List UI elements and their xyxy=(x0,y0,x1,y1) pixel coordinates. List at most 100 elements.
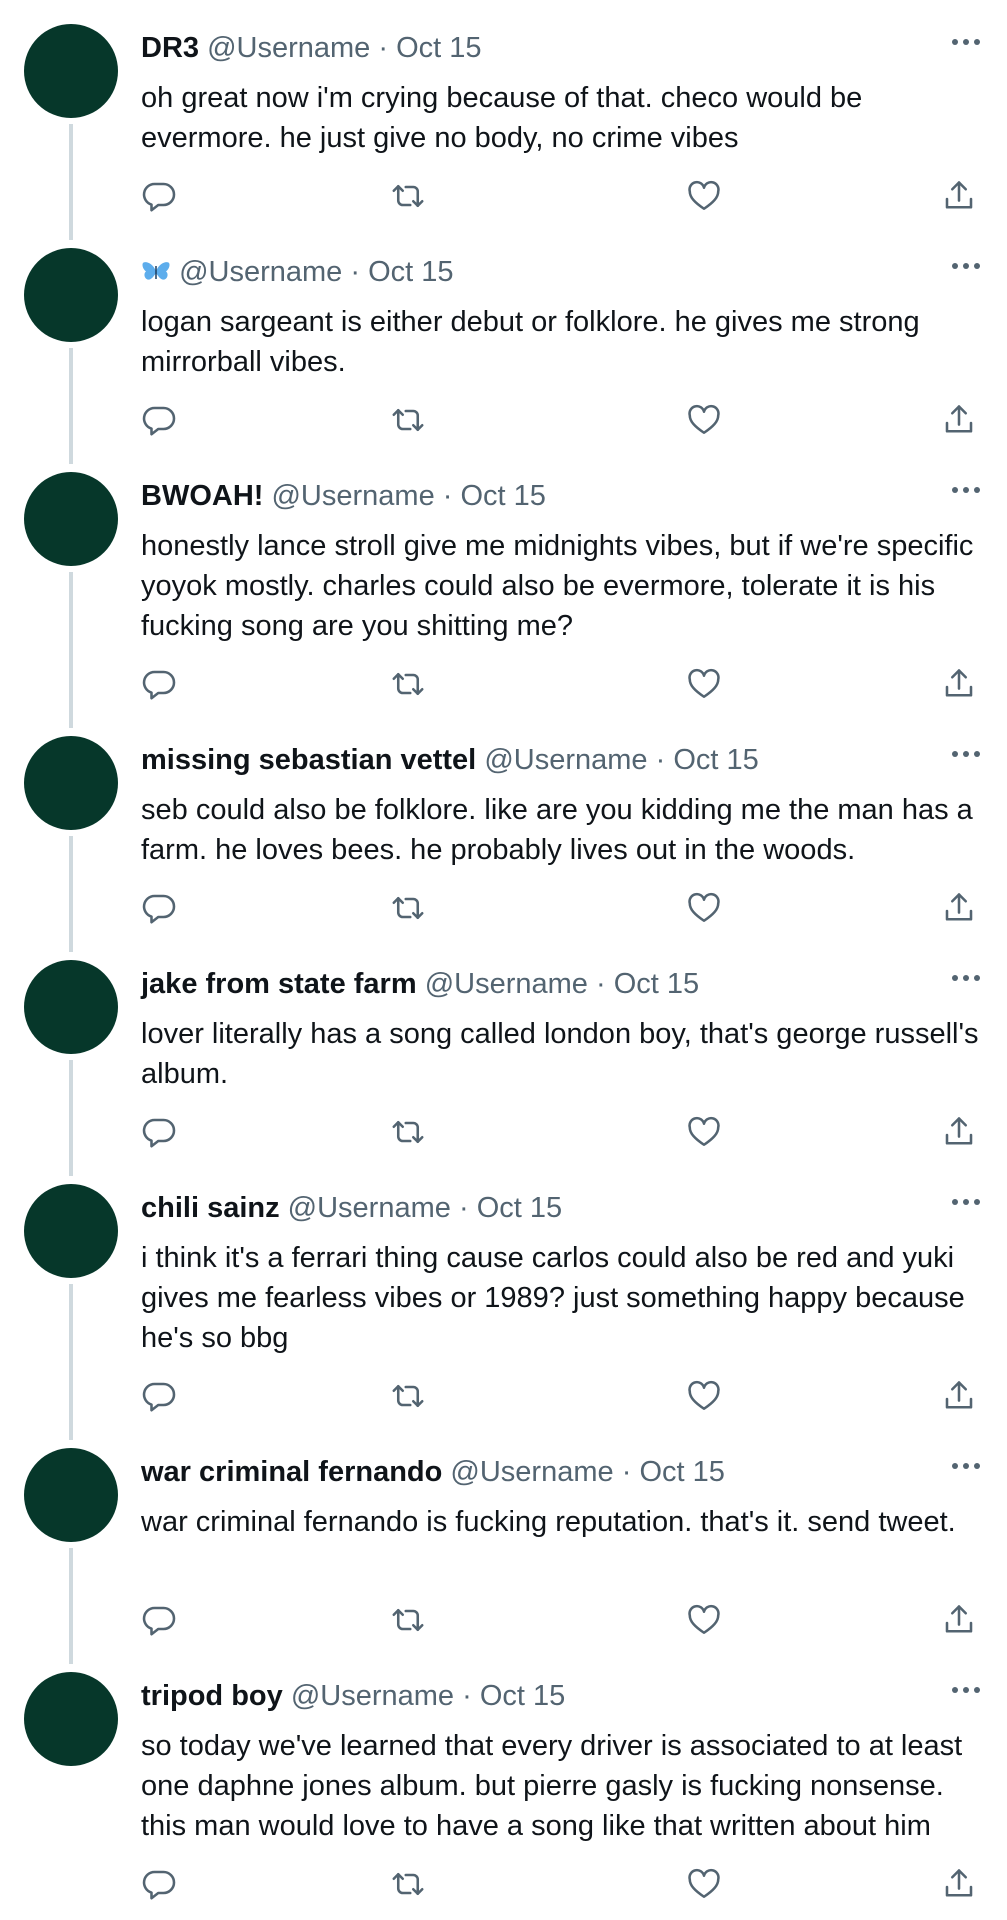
like-icon[interactable] xyxy=(686,1602,726,1642)
tweet-header: DR3 @Username · Oct 15 xyxy=(141,30,482,66)
share-icon[interactable] xyxy=(941,1114,981,1154)
like-icon[interactable] xyxy=(686,178,726,218)
timestamp[interactable]: Oct 15 xyxy=(396,32,481,64)
thread-line xyxy=(69,1548,73,1664)
username[interactable]: @Username xyxy=(288,1192,451,1224)
display-name[interactable]: BWOAH! xyxy=(141,480,263,512)
like-icon[interactable] xyxy=(686,402,726,442)
retweet-icon[interactable] xyxy=(390,178,430,218)
like-icon[interactable] xyxy=(686,890,726,930)
more-options-icon[interactable] xyxy=(950,1680,982,1700)
tweet-actions xyxy=(141,178,987,218)
like-icon[interactable] xyxy=(686,666,726,706)
timestamp[interactable]: Oct 15 xyxy=(614,968,699,1000)
thread-line xyxy=(69,836,73,952)
reply-icon[interactable] xyxy=(141,890,181,930)
username[interactable]: @Username xyxy=(207,32,370,64)
avatar[interactable] xyxy=(24,472,118,566)
tweet-text: war criminal fernando is fucking reputat… xyxy=(141,1506,956,1538)
reply-icon[interactable] xyxy=(141,1602,181,1642)
thread-line xyxy=(69,572,73,728)
display-name[interactable]: tripod boy xyxy=(141,1680,283,1712)
reply-icon[interactable] xyxy=(141,666,181,706)
like-icon[interactable] xyxy=(686,1114,726,1154)
tweet[interactable]: war criminal fernando @Username · Oct 15… xyxy=(0,1424,1007,1664)
tweet-actions xyxy=(141,1866,987,1906)
username[interactable]: @Username xyxy=(179,256,342,288)
timestamp[interactable]: Oct 15 xyxy=(477,1192,562,1224)
more-options-icon[interactable] xyxy=(950,968,982,988)
tweet-text: honestly lance stroll give me midnights … xyxy=(141,530,974,642)
reply-icon[interactable] xyxy=(141,1378,181,1418)
avatar[interactable] xyxy=(24,1672,118,1766)
reply-icon[interactable] xyxy=(141,1114,181,1154)
timestamp[interactable]: Oct 15 xyxy=(368,256,453,288)
retweet-icon[interactable] xyxy=(390,890,430,930)
share-icon[interactable] xyxy=(941,890,981,930)
retweet-icon[interactable] xyxy=(390,1866,430,1906)
display-name[interactable]: chili sainz xyxy=(141,1192,280,1224)
reply-icon[interactable] xyxy=(141,178,181,218)
timestamp[interactable]: Oct 15 xyxy=(461,480,546,512)
share-icon[interactable] xyxy=(941,666,981,706)
avatar[interactable] xyxy=(24,736,118,830)
tweet[interactable]: missing sebastian vettel @Username · Oct… xyxy=(0,712,1007,952)
share-icon[interactable] xyxy=(941,402,981,442)
like-icon[interactable] xyxy=(686,1866,726,1906)
avatar[interactable] xyxy=(24,1448,118,1542)
timestamp[interactable]: Oct 15 xyxy=(480,1680,565,1712)
share-icon[interactable] xyxy=(941,1866,981,1906)
tweet-text: i think it's a ferrari thing cause carlo… xyxy=(141,1242,965,1354)
timestamp[interactable]: Oct 15 xyxy=(639,1456,724,1488)
tweet[interactable]: chili sainz @Username · Oct 15 i think i… xyxy=(0,1160,1007,1440)
tweet-header: missing sebastian vettel @Username · Oct… xyxy=(141,742,759,778)
retweet-icon[interactable] xyxy=(390,666,430,706)
more-options-icon[interactable] xyxy=(950,256,982,276)
more-options-icon[interactable] xyxy=(950,1192,982,1212)
reply-icon[interactable] xyxy=(141,402,181,442)
more-options-icon[interactable] xyxy=(950,32,982,52)
thread-line xyxy=(69,1284,73,1440)
separator: · xyxy=(442,480,453,512)
thread-line xyxy=(69,348,73,464)
separator: · xyxy=(655,744,666,776)
share-icon[interactable] xyxy=(941,1602,981,1642)
username[interactable]: @Username xyxy=(484,744,647,776)
avatar[interactable] xyxy=(24,248,118,342)
tweet-text: oh great now i'm crying because of that.… xyxy=(141,82,863,154)
reply-icon[interactable] xyxy=(141,1866,181,1906)
avatar[interactable] xyxy=(24,24,118,118)
display-name[interactable]: DR3 xyxy=(141,32,199,64)
display-name[interactable]: war criminal fernando xyxy=(141,1456,442,1488)
share-icon[interactable] xyxy=(941,178,981,218)
tweet[interactable]: @Username · Oct 15 logan sargeant is eit… xyxy=(0,224,1007,464)
avatar[interactable] xyxy=(24,960,118,1054)
separator: · xyxy=(595,968,606,1000)
username[interactable]: @Username xyxy=(450,1456,613,1488)
retweet-icon[interactable] xyxy=(390,1378,430,1418)
thread-line xyxy=(69,124,73,240)
more-options-icon[interactable] xyxy=(950,744,982,764)
display-name[interactable]: jake from state farm xyxy=(141,968,417,1000)
like-icon[interactable] xyxy=(686,1378,726,1418)
avatar[interactable] xyxy=(24,1184,118,1278)
username[interactable]: @Username xyxy=(271,480,434,512)
retweet-icon[interactable] xyxy=(390,1602,430,1642)
more-options-icon[interactable] xyxy=(950,480,982,500)
share-icon[interactable] xyxy=(941,1378,981,1418)
tweet-header: @Username · Oct 15 xyxy=(141,254,454,290)
username[interactable]: @Username xyxy=(425,968,588,1000)
tweet[interactable]: DR3 @Username · Oct 15 oh great now i'm … xyxy=(0,0,1007,240)
retweet-icon[interactable] xyxy=(390,402,430,442)
separator: · xyxy=(621,1456,632,1488)
display-name[interactable]: missing sebastian vettel xyxy=(141,744,476,776)
retweet-icon[interactable] xyxy=(390,1114,430,1154)
tweet[interactable]: BWOAH! @Username · Oct 15 honestly lance… xyxy=(0,448,1007,728)
tweet[interactable]: jake from state farm @Username · Oct 15 … xyxy=(0,936,1007,1176)
tweet-header: war criminal fernando @Username · Oct 15 xyxy=(141,1454,725,1490)
tweet-actions xyxy=(141,402,987,442)
tweet[interactable]: tripod boy @Username · Oct 15 so today w… xyxy=(0,1648,1007,1920)
timestamp[interactable]: Oct 15 xyxy=(673,744,758,776)
username[interactable]: @Username xyxy=(291,1680,454,1712)
more-options-icon[interactable] xyxy=(950,1456,982,1476)
